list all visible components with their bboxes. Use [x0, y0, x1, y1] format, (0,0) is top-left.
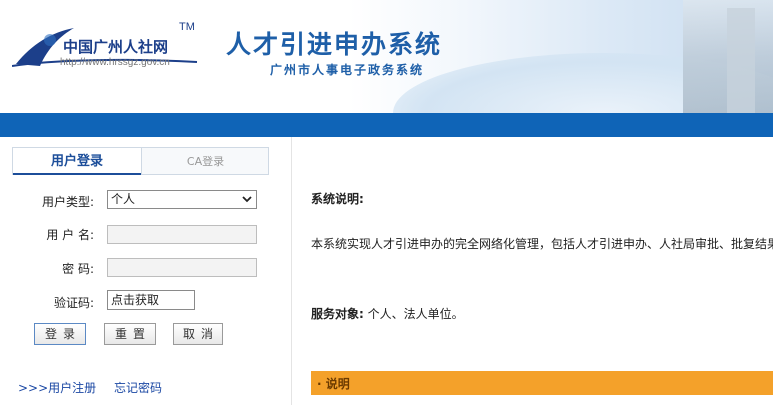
username-label: 用 户 名:: [46, 228, 94, 242]
login-tabs: 用户登录 CA登录: [12, 147, 269, 175]
login-panel: 用户登录 CA登录 用户类型: 个人 用 户 名: 密 码: 验证码: 点击获取…: [0, 137, 292, 405]
tab-user-login[interactable]: 用户登录: [13, 148, 141, 175]
logo-text: 中国广州人社网: [63, 38, 169, 56]
service-target: 服务对象: 个人、法人单位。: [311, 305, 464, 322]
chevron-down-icon: [242, 196, 252, 203]
nav-bar: [0, 113, 773, 137]
header-building-image-2: [727, 8, 755, 113]
captcha-label: 验证码:: [53, 296, 94, 310]
system-description-heading: 系统说明:: [311, 192, 364, 206]
logo-trademark: TM: [179, 21, 195, 33]
service-target-value: 个人、法人单位。: [363, 307, 464, 321]
system-description-text: 本系统实现人才引进申办的完全网络化管理，包括人才引进申办、人社局审批、批复结果: [311, 237, 773, 251]
user-type-select[interactable]: 个人: [107, 190, 257, 209]
user-type-label: 用户类型:: [41, 195, 94, 209]
forgot-password-link[interactable]: 忘记密码: [114, 379, 162, 396]
login-button[interactable]: 登录: [34, 323, 86, 345]
cancel-button[interactable]: 取消: [173, 323, 223, 345]
user-type-value: 个人: [111, 192, 136, 206]
system-subtitle: 广州市人事电子政务系统: [270, 63, 425, 77]
register-link[interactable]: >>>用户注册: [18, 379, 96, 396]
main-content: 系统说明: 本系统实现人才引进申办的完全网络化管理，包括人才引进申办、人社局审批…: [293, 137, 773, 405]
captcha-input[interactable]: 点击获取: [107, 290, 195, 310]
password-label: 密 码:: [62, 262, 94, 276]
notes-section-title: · 说明: [317, 377, 350, 391]
password-input[interactable]: [107, 258, 257, 277]
logo-url: http://www.hrssgz.gov.cn: [60, 57, 170, 68]
username-input[interactable]: [107, 225, 257, 244]
system-title: 人才引进申办系统: [226, 30, 443, 59]
tab-ca-login[interactable]: CA登录: [141, 148, 269, 175]
notes-section-bar: · 说明: [311, 371, 773, 395]
page-header: 中国广州人社网 TM http://www.hrssgz.gov.cn 人才引进…: [0, 0, 773, 113]
service-target-label: 服务对象:: [311, 307, 364, 321]
reset-button[interactable]: 重置: [104, 323, 156, 345]
